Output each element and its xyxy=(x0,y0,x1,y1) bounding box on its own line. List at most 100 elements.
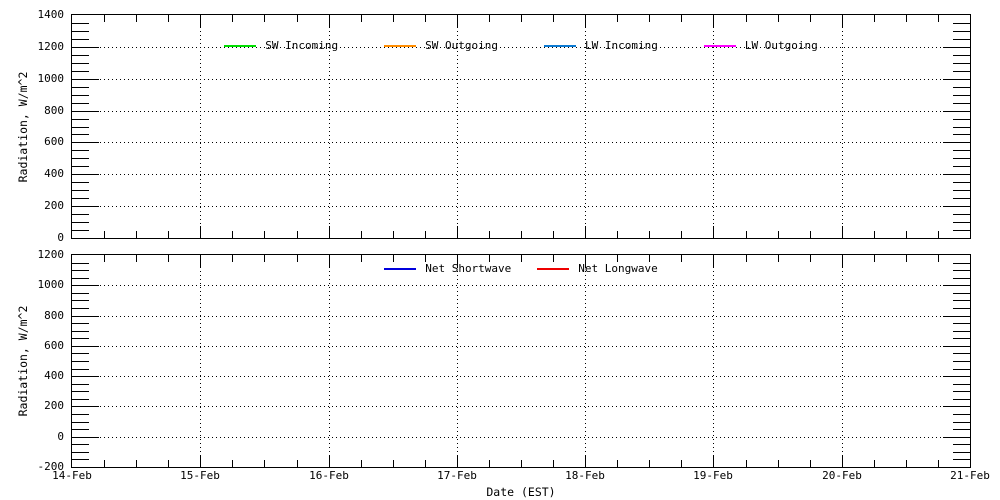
x-minor-tick xyxy=(938,231,939,238)
y-tick-label: 0 xyxy=(0,431,64,443)
y-minor-tick xyxy=(953,391,970,392)
y-minor-tick xyxy=(953,55,970,56)
y-minor-tick xyxy=(72,158,89,159)
y-major-tick xyxy=(72,174,99,175)
y-major-tick xyxy=(72,406,99,407)
x-minor-tick xyxy=(297,255,298,262)
y-minor-tick xyxy=(72,222,89,223)
y-minor-tick xyxy=(72,150,89,151)
x-minor-tick xyxy=(521,460,522,467)
y-tick-label: 1200 xyxy=(0,249,64,261)
x-minor-tick xyxy=(649,460,650,467)
x-major-tick xyxy=(457,226,458,238)
y-minor-tick xyxy=(953,87,970,88)
x-minor-tick xyxy=(874,460,875,467)
y-minor-tick xyxy=(953,222,970,223)
x-minor-tick xyxy=(746,460,747,467)
x-major-tick xyxy=(200,15,201,27)
x-minor-tick xyxy=(810,231,811,238)
x-major-tick xyxy=(200,226,201,238)
x-minor-tick xyxy=(361,460,362,467)
x-minor-tick xyxy=(136,15,137,22)
x-minor-tick xyxy=(168,15,169,22)
x-minor-tick xyxy=(906,15,907,22)
x-minor-tick xyxy=(232,15,233,22)
x-minor-tick xyxy=(553,15,554,22)
y-minor-tick xyxy=(953,119,970,120)
y-minor-tick xyxy=(953,23,970,24)
x-major-tick xyxy=(842,226,843,238)
x-tick-label: 19-Feb xyxy=(683,470,743,482)
x-minor-tick xyxy=(778,460,779,467)
x-minor-tick xyxy=(232,460,233,467)
y-minor-tick xyxy=(953,166,970,167)
y-major-tick xyxy=(72,142,99,143)
y-minor-tick xyxy=(72,414,89,415)
x-minor-tick xyxy=(906,255,907,262)
y-minor-tick xyxy=(72,308,89,309)
y-major-tick xyxy=(943,285,970,286)
legend-label: SW Incoming xyxy=(265,39,338,52)
y-minor-tick xyxy=(72,31,89,32)
legend-label: LW Incoming xyxy=(585,39,658,52)
x-minor-tick xyxy=(425,255,426,262)
y-major-tick xyxy=(72,437,99,438)
x-major-tick xyxy=(457,15,458,27)
y-minor-tick xyxy=(953,103,970,104)
x-minor-tick xyxy=(104,255,105,262)
y-minor-tick xyxy=(953,134,970,135)
legend-line-swatch xyxy=(704,45,736,47)
y-minor-tick xyxy=(953,361,970,362)
y-minor-tick xyxy=(72,55,89,56)
y-major-tick xyxy=(943,174,970,175)
x-minor-tick xyxy=(264,231,265,238)
x-minor-tick xyxy=(264,460,265,467)
y-minor-tick xyxy=(72,230,89,231)
x-minor-tick xyxy=(681,255,682,262)
y-minor-tick xyxy=(953,198,970,199)
legend-line-swatch xyxy=(384,45,416,47)
y-minor-tick xyxy=(953,429,970,430)
x-minor-tick xyxy=(649,255,650,262)
y-gridline xyxy=(100,346,950,347)
x-tick-label: 20-Feb xyxy=(812,470,872,482)
x-minor-tick xyxy=(810,15,811,22)
y-gridline xyxy=(100,376,950,377)
x-minor-tick xyxy=(810,255,811,262)
x-minor-tick xyxy=(778,231,779,238)
x-minor-tick xyxy=(810,460,811,467)
day-gridline xyxy=(200,255,201,467)
y-minor-tick xyxy=(953,308,970,309)
x-minor-tick xyxy=(746,231,747,238)
x-minor-tick xyxy=(425,231,426,238)
x-minor-tick xyxy=(264,255,265,262)
y-tick-label: 200 xyxy=(0,200,64,212)
y-gridline xyxy=(100,206,950,207)
legend: SW IncomingSW OutgoingLW IncomingLW Outg… xyxy=(72,39,970,52)
y-tick-label: 800 xyxy=(0,105,64,117)
x-minor-tick xyxy=(297,15,298,22)
y-major-tick xyxy=(943,142,970,143)
x-minor-tick xyxy=(681,231,682,238)
day-gridline xyxy=(585,255,586,467)
day-gridline xyxy=(713,255,714,467)
x-minor-tick xyxy=(489,15,490,22)
legend-label: LW Outgoing xyxy=(745,39,818,52)
y-minor-tick xyxy=(953,158,970,159)
y-major-tick xyxy=(943,79,970,80)
y-tick-label: 800 xyxy=(0,310,64,322)
x-minor-tick xyxy=(906,460,907,467)
y-minor-tick xyxy=(953,182,970,183)
x-major-tick xyxy=(457,455,458,467)
x-minor-tick xyxy=(746,15,747,22)
y-gridline xyxy=(100,79,950,80)
day-gridline xyxy=(842,255,843,467)
y-tick-label: 600 xyxy=(0,340,64,352)
y-tick-label: 1000 xyxy=(0,279,64,291)
x-minor-tick xyxy=(778,15,779,22)
legend-item: SW Incoming xyxy=(224,39,338,52)
y-minor-tick xyxy=(953,300,970,301)
x-minor-tick xyxy=(425,460,426,467)
y-minor-tick xyxy=(953,452,970,453)
x-minor-tick xyxy=(232,231,233,238)
